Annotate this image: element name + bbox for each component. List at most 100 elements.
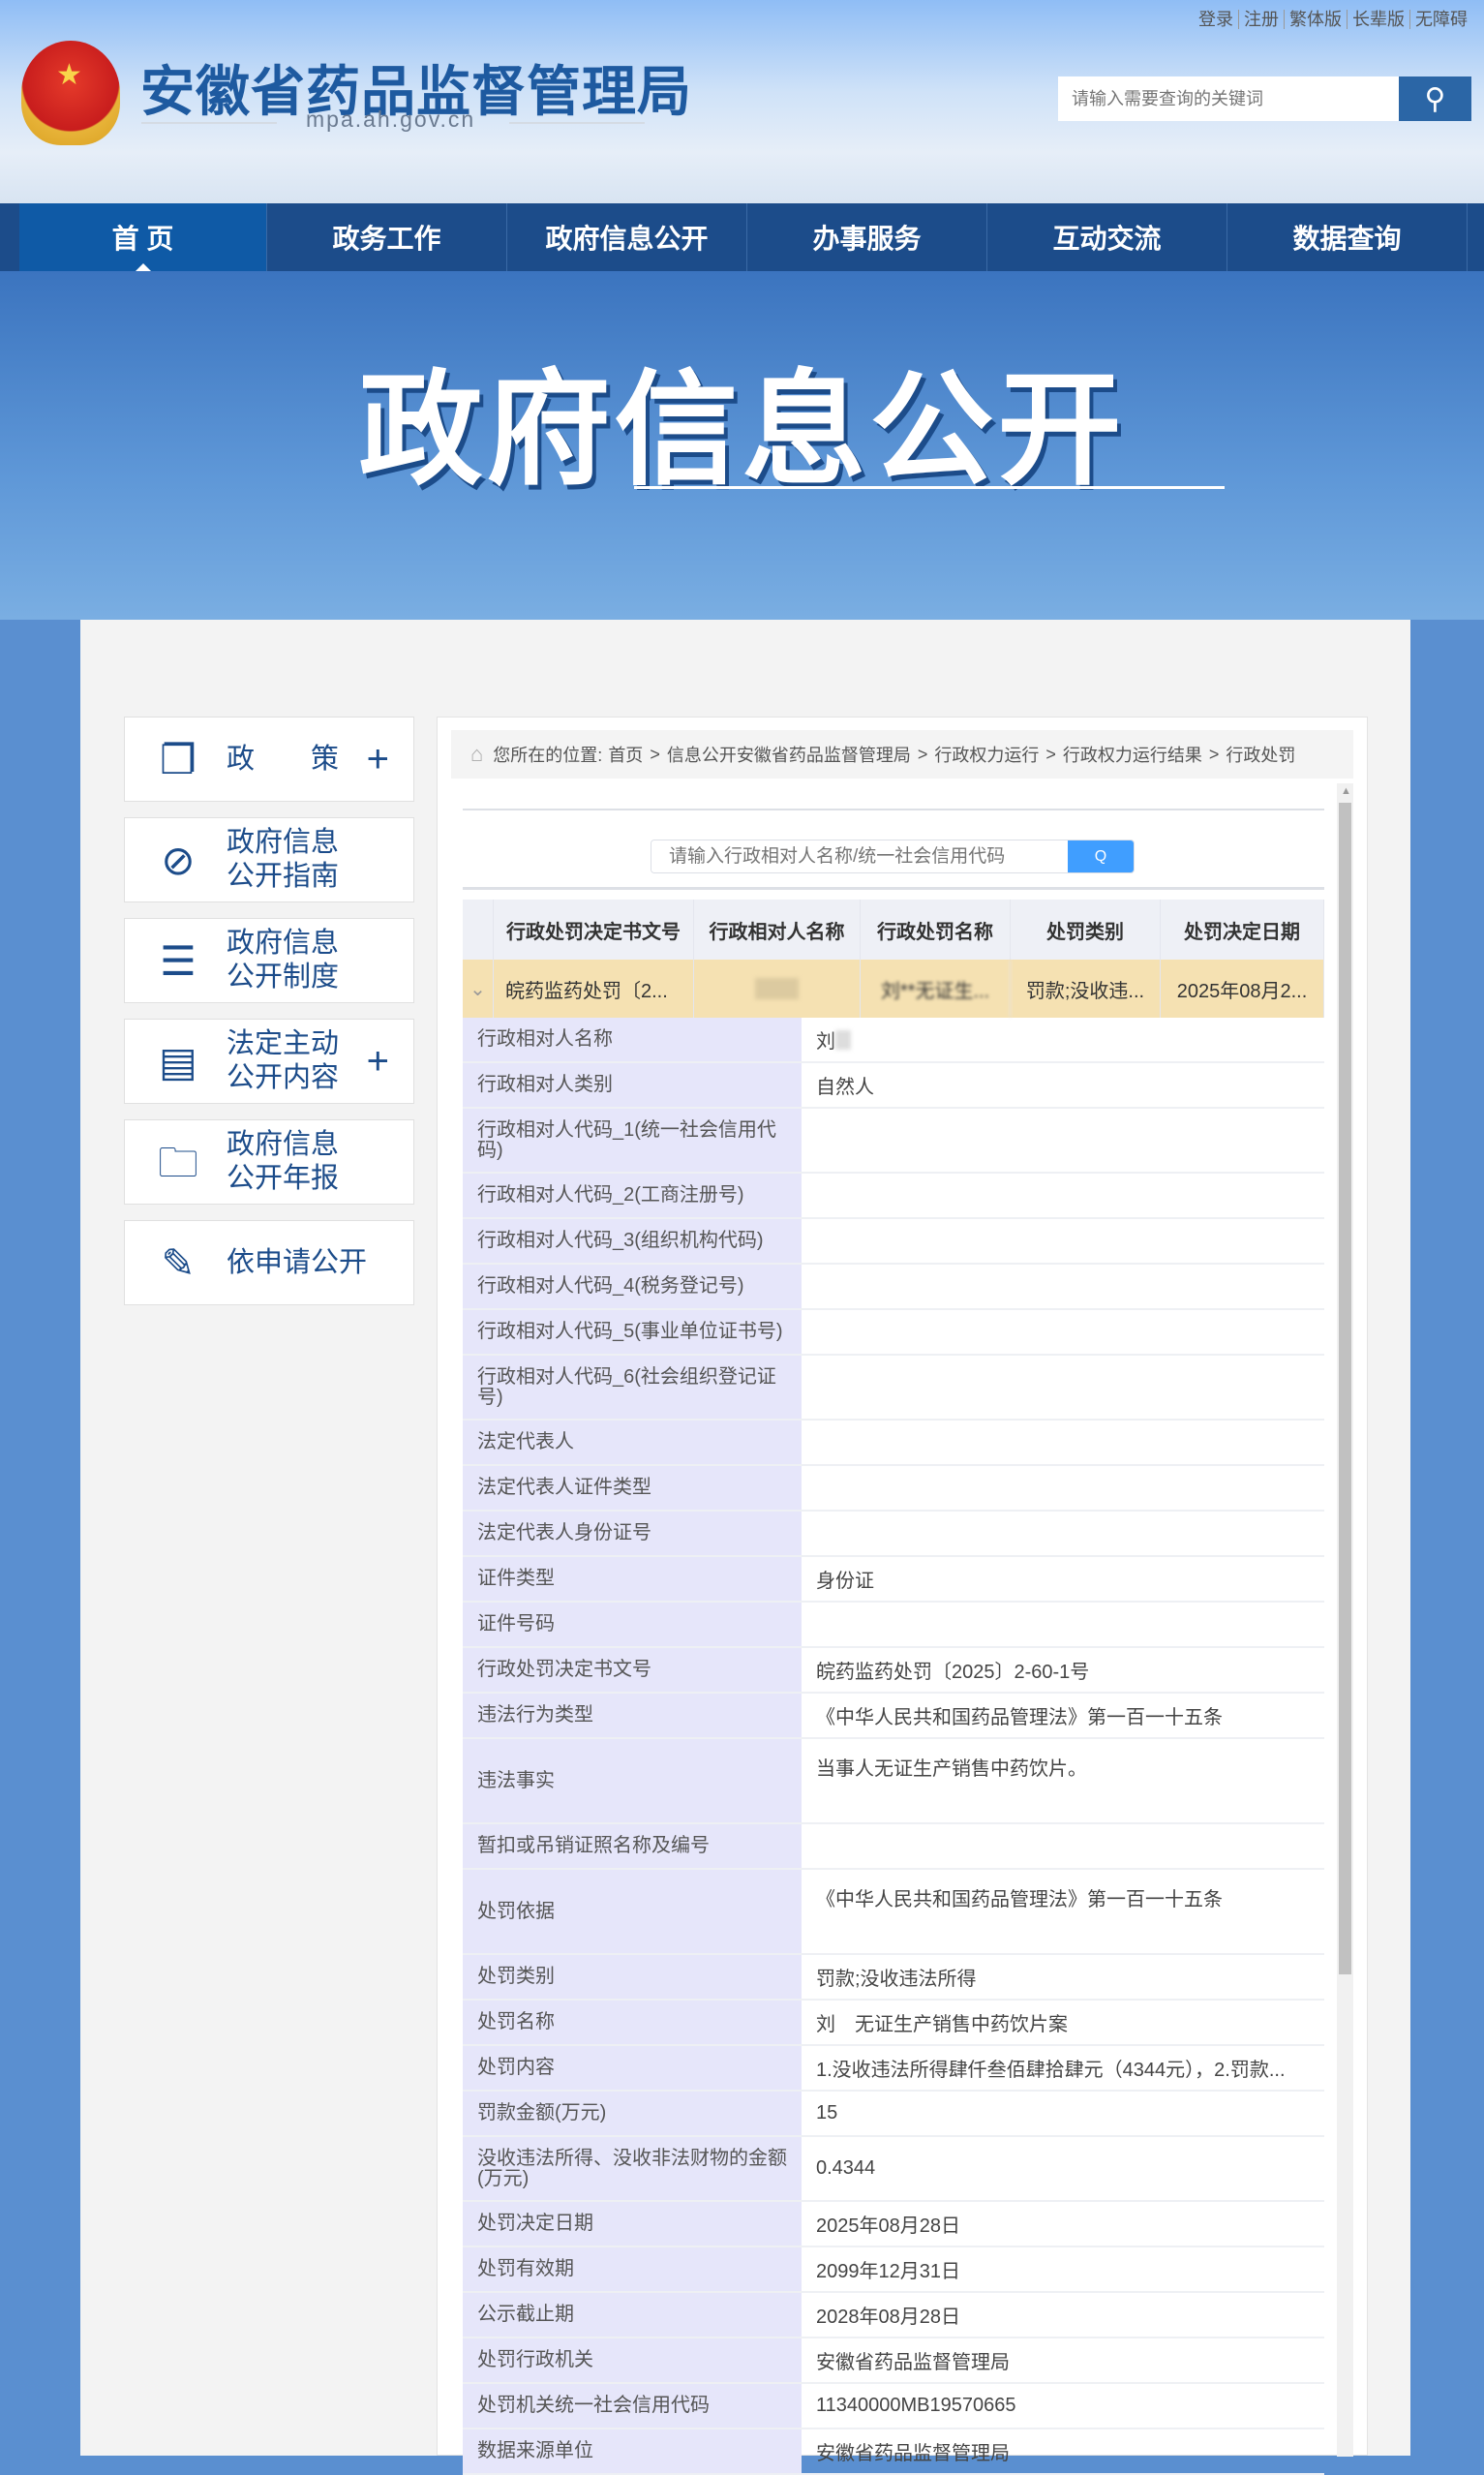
- detail-value-cell: [802, 1219, 1324, 1263]
- detail-label: 证件号码: [463, 1603, 802, 1646]
- sidebar-item[interactable]: ❐ 政 策 +: [124, 717, 414, 802]
- sidebar-item-label: 政府信息 公开指南: [227, 827, 340, 892]
- sidebar-item[interactable]: ⊘ 政府信息 公开指南: [124, 817, 414, 902]
- search-button[interactable]: ⚲: [1399, 76, 1471, 121]
- detail-label: 处罚有效期: [463, 2247, 802, 2291]
- search-icon: Q: [1094, 847, 1107, 865]
- breadcrumb-home[interactable]: 首页: [608, 742, 643, 767]
- top-links: 登录 注册 繁体版 长辈版 无障碍: [1194, 6, 1472, 31]
- detail-row: 行政相对人代码_5(事业单位证书号): [463, 1310, 1324, 1356]
- sidebar-item[interactable]: ▤ 法定主动 公开内容 +: [124, 1019, 414, 1104]
- detail-label: 行政相对人代码_1(统一社会信用代码): [463, 1109, 802, 1172]
- traditional-link[interactable]: 繁体版: [1284, 10, 1347, 29]
- detail-row: 处罚决定日期 2025年08月28日: [463, 2202, 1324, 2247]
- detail-value-cell: [802, 1265, 1324, 1308]
- breadcrumb-item[interactable]: 行政权力运行: [934, 742, 1039, 767]
- detail-label: 违法事实: [463, 1739, 802, 1822]
- detail-row: 行政相对人类别 自然人: [463, 1063, 1324, 1109]
- detail-value: 自然人: [816, 1077, 874, 1098]
- detail-value-cell: 刘: [802, 1018, 1324, 1061]
- detail-value-cell: 0.4344: [802, 2137, 1324, 2200]
- detail-label: 行政相对人代码_2(工商注册号): [463, 1174, 802, 1217]
- detail-label: 行政相对人代码_6(社会组织登记证号): [463, 1356, 802, 1419]
- detail-value-cell: 《中华人民共和国药品管理法》第一百一十五条: [802, 1694, 1324, 1737]
- nav-services[interactable]: 办事服务: [747, 203, 987, 271]
- detail-label: 处罚决定日期: [463, 2202, 802, 2246]
- detail-value-cell: 2028年08月28日: [802, 2293, 1324, 2337]
- register-link[interactable]: 注册: [1238, 10, 1284, 29]
- scroll-up-icon[interactable]: ▲: [1341, 785, 1351, 797]
- detail-value-cell: 罚款;没收违法所得: [802, 1955, 1324, 1999]
- detail-value: 刘 无证生产销售中药饮片案: [816, 2014, 1068, 2035]
- penalty-search-input[interactable]: [651, 840, 1068, 872]
- detail-value-cell: [802, 1824, 1324, 1868]
- banner: 政府信息公开: [0, 271, 1484, 620]
- detail-row: 罚款金额(万元) 15: [463, 2092, 1324, 2137]
- login-link[interactable]: 登录: [1194, 10, 1238, 29]
- nav-data-query[interactable]: 数据查询: [1227, 203, 1468, 271]
- detail-value: 刘: [816, 1031, 835, 1053]
- search-icon: ⚲: [1424, 82, 1446, 115]
- site-header: 登录 注册 繁体版 长辈版 无障碍 ★ 安徽省药品监督管理局 mpa.ah.gov.cn…: [0, 0, 1484, 203]
- detail-value-cell: [802, 1512, 1324, 1555]
- main-nav: 首 页 政务工作 政府信息公开 办事服务 互动交流 数据查询: [0, 203, 1484, 271]
- detail-row: 证件类型 身份证: [463, 1557, 1324, 1603]
- nav-government-affairs[interactable]: 政务工作: [267, 203, 507, 271]
- sidebar-item[interactable]: ☰ 政府信息 公开制度: [124, 918, 414, 1003]
- nav-home[interactable]: 首 页: [19, 203, 267, 271]
- detail-row: 处罚行政机关 安徽省药品监督管理局: [463, 2338, 1324, 2384]
- detail-label: 公示截止期: [463, 2293, 802, 2337]
- breadcrumb-item[interactable]: 信息公开安徽省药品监督管理局: [667, 742, 911, 767]
- expand-plus-icon[interactable]: +: [367, 1042, 389, 1081]
- cell-party-name: [694, 960, 861, 1018]
- sidebar-item-label: 政 策: [227, 743, 340, 775]
- nav-info-disclosure[interactable]: 政府信息公开: [507, 203, 747, 271]
- detail-value-cell: 身份证: [802, 1557, 1324, 1601]
- table-row[interactable]: ⌄ 皖药监药处罚〔2... 刘**无证生... 罚款;没收违... 2025年0…: [463, 960, 1324, 1018]
- sidebar-item-label: 政府信息 公开制度: [227, 928, 340, 993]
- detail-label: 行政相对人类别: [463, 1063, 802, 1107]
- detail-row: 行政处罚决定书文号 皖药监药处罚〔2025〕2-60-1号: [463, 1648, 1324, 1694]
- table-header: 行政处罚决定书文号 行政相对人名称 行政处罚名称 处罚类别 处罚决定日期: [463, 900, 1324, 960]
- detail-label: 罚款金额(万元): [463, 2092, 802, 2135]
- detail-value-cell: [802, 1466, 1324, 1510]
- banner-underline: [634, 486, 1225, 489]
- expand-plus-icon[interactable]: +: [367, 740, 389, 779]
- detail-label: 行政相对人代码_4(税务登记号): [463, 1265, 802, 1308]
- nav-interaction[interactable]: 互动交流: [987, 203, 1227, 271]
- edit-icon: ✎: [161, 1239, 196, 1286]
- breadcrumb-item[interactable]: 行政权力运行结果: [1063, 742, 1202, 767]
- detail-row: 行政相对人代码_2(工商注册号): [463, 1174, 1324, 1219]
- detail-value-cell: 当事人无证生产销售中药饮片。: [802, 1739, 1324, 1822]
- scrollbar-thumb[interactable]: [1339, 803, 1351, 1974]
- detail-table: 行政相对人名称刘行政相对人类别 自然人 行政相对人代码_1(统一社会信用代码) 行政相…: [463, 1018, 1324, 2475]
- sidebar-item[interactable]: ✎ 依申请公开: [124, 1220, 414, 1305]
- list-icon: ☰: [160, 937, 197, 984]
- detail-row: 行政相对人代码_6(社会组织登记证号): [463, 1356, 1324, 1421]
- detail-row: 没收违法所得、没收非法财物的金额(万元) 0.4344: [463, 2137, 1324, 2202]
- col-decision-number: 行政处罚决定书文号: [494, 900, 694, 960]
- detail-label: 没收违法所得、没收非法财物的金额(万元): [463, 2137, 802, 2200]
- penalty-search-button[interactable]: Q: [1068, 840, 1134, 872]
- detail-value-cell: 皖药监药处罚〔2025〕2-60-1号: [802, 1648, 1324, 1692]
- detail-value-cell: 2025年08月28日: [802, 2202, 1324, 2246]
- penalty-table: 行政处罚决定书文号 行政相对人名称 行政处罚名称 处罚类别 处罚决定日期 ⌄ 皖…: [463, 900, 1324, 2475]
- detail-value-cell: 安徽省药品监督管理局: [802, 2429, 1324, 2473]
- folder-icon: 🗀: [157, 1139, 198, 1185]
- detail-row: 行政相对人代码_1(统一社会信用代码): [463, 1109, 1324, 1174]
- sidebar-item[interactable]: 🗀 政府信息 公开年报: [124, 1119, 414, 1205]
- detail-row: 行政相对人代码_4(税务登记号): [463, 1265, 1324, 1310]
- accessibility-link[interactable]: 无障碍: [1409, 10, 1472, 29]
- detail-value-cell: 2099年12月31日: [802, 2247, 1324, 2291]
- breadcrumb-item[interactable]: 行政处罚: [1226, 742, 1295, 767]
- detail-value-cell: [802, 1174, 1324, 1217]
- site-search-input[interactable]: [1058, 76, 1399, 121]
- cell-penalty-name: 刘**无证生...: [861, 960, 1011, 1018]
- detail-label: 处罚依据: [463, 1870, 802, 1953]
- detail-value: 身份证: [816, 1571, 874, 1592]
- detail-label: 暂扣或吊销证照名称及编号: [463, 1824, 802, 1868]
- elder-mode-link[interactable]: 长辈版: [1347, 10, 1409, 29]
- expand-chevron-icon[interactable]: ⌄: [463, 960, 494, 1018]
- scrollbar[interactable]: ▲: [1337, 783, 1353, 2457]
- compass-icon: ⊘: [161, 837, 196, 883]
